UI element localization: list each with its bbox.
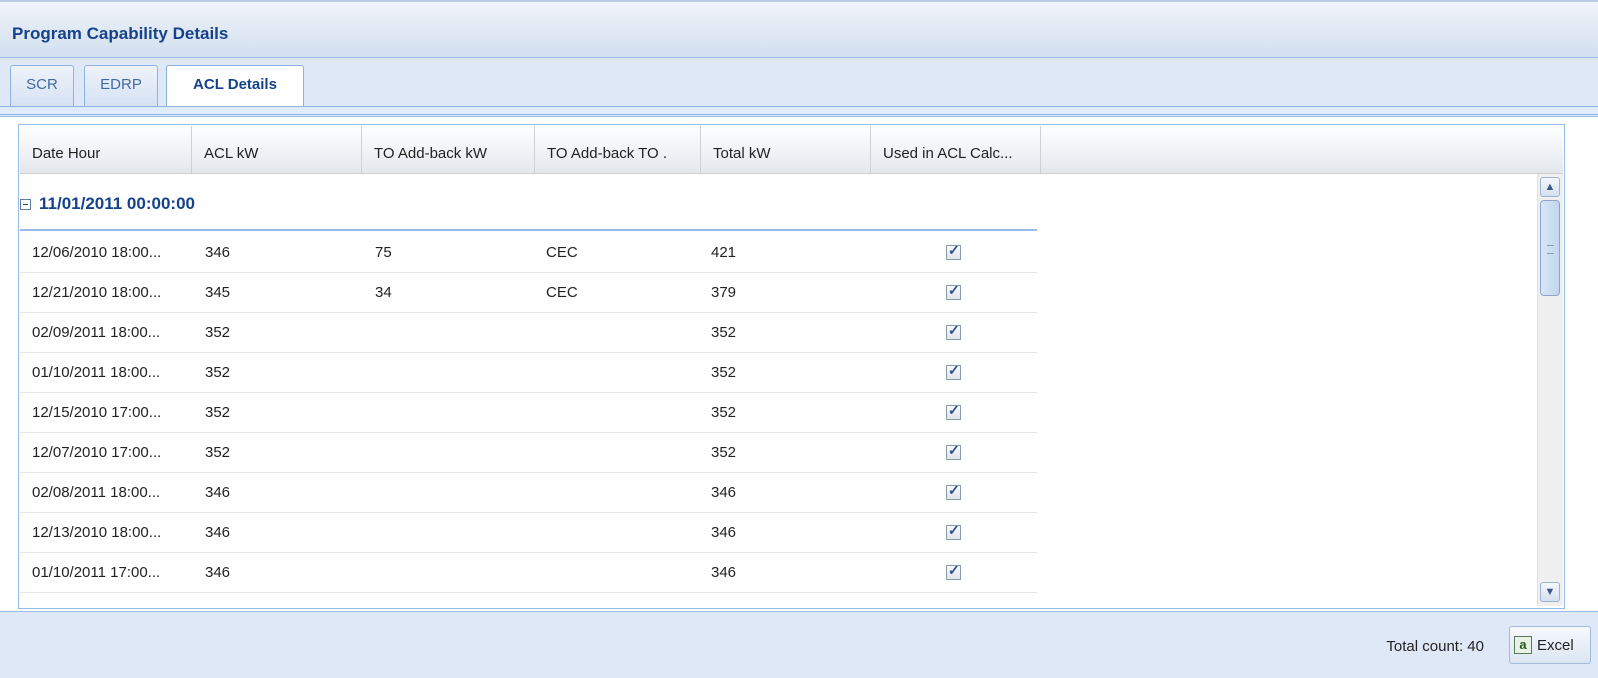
- column-header-date-hour[interactable]: Date Hour: [20, 126, 192, 173]
- cell-acl-kw: 352: [205, 364, 231, 381]
- used-in-acl-calc-checkbox[interactable]: [946, 442, 961, 460]
- cell-date-hour: 02/08/2011 18:00...: [32, 484, 161, 501]
- cell-acl-kw: 352: [205, 404, 231, 421]
- table-row[interactable]: 01/10/2011 18:00... 352 352: [20, 353, 1037, 393]
- cell-total-kw: 352: [711, 444, 737, 461]
- cell-total-kw: 421: [711, 244, 737, 261]
- cell-date-hour: 01/10/2011 17:00...: [32, 564, 161, 581]
- cell-acl-kw: 346: [205, 564, 231, 581]
- total-count: Total count: 40: [1386, 638, 1484, 655]
- column-header-to-addback-to[interactable]: TO Add-back TO .: [535, 126, 701, 173]
- group-row: 11/01/2011 00:00:00: [20, 174, 1037, 231]
- used-in-acl-calc-checkbox[interactable]: [946, 402, 961, 420]
- tab-edrp[interactable]: EDRP: [84, 65, 158, 106]
- used-in-acl-calc-checkbox[interactable]: [946, 522, 961, 540]
- cell-total-kw: 346: [711, 524, 737, 541]
- cell-date-hour: 02/09/2011 18:00...: [32, 324, 161, 341]
- excel-icon: a: [1514, 636, 1532, 654]
- scrollbar-thumb[interactable]: [1540, 200, 1560, 296]
- grid-footer: Total count: 40 a Excel: [0, 611, 1598, 678]
- column-header-acl-kw[interactable]: ACL kW: [192, 126, 362, 173]
- cell-total-kw: 352: [711, 404, 737, 421]
- cell-total-kw: 346: [711, 564, 737, 581]
- table-row[interactable]: 02/08/2011 18:00... 346 346: [20, 473, 1037, 513]
- table-row[interactable]: 12/06/2010 18:00... 346 75 CEC 421: [20, 233, 1037, 273]
- tab-strip-divider: [0, 106, 1598, 115]
- excel-button-label: Excel: [1537, 637, 1574, 654]
- used-in-acl-calc-checkbox[interactable]: [946, 362, 961, 380]
- table-row[interactable]: 12/21/2010 18:00... 345 34 CEC 379: [20, 273, 1037, 313]
- cell-acl-kw: 346: [205, 524, 231, 541]
- used-in-acl-calc-checkbox[interactable]: [946, 482, 961, 500]
- used-in-acl-calc-checkbox[interactable]: [946, 562, 961, 580]
- grid-header: Date Hour ACL kW TO Add-back kW TO Add-b…: [20, 126, 1563, 174]
- table-row[interactable]: 12/07/2010 17:00... 352 352: [20, 433, 1037, 473]
- scroll-down-icon[interactable]: ▼: [1540, 582, 1560, 602]
- tab-acl-details[interactable]: ACL Details: [166, 65, 304, 108]
- tab-scr[interactable]: SCR: [10, 65, 74, 106]
- cell-total-kw: 379: [711, 284, 737, 301]
- cell-to-addback-to: CEC: [546, 244, 578, 261]
- table-row[interactable]: 02/09/2011 18:00... 352 352: [20, 313, 1037, 353]
- used-in-acl-calc-checkbox[interactable]: [946, 282, 961, 300]
- cell-date-hour: 12/13/2010 18:00...: [32, 524, 162, 541]
- column-header-to-addback-kw[interactable]: TO Add-back kW: [362, 126, 535, 173]
- cell-total-kw: 352: [711, 324, 737, 341]
- cell-total-kw: 346: [711, 484, 737, 501]
- acl-details-grid: Date Hour ACL kW TO Add-back kW TO Add-b…: [18, 124, 1565, 609]
- cell-date-hour: 01/10/2011 18:00...: [32, 364, 161, 381]
- used-in-acl-calc-checkbox[interactable]: [946, 322, 961, 340]
- cell-to-addback-kw: 75: [375, 244, 392, 261]
- tab-strip: SCR EDRP ACL Details: [0, 58, 1598, 117]
- used-in-acl-calc-checkbox[interactable]: [946, 242, 961, 260]
- cell-acl-kw: 346: [205, 244, 231, 261]
- cell-acl-kw: 346: [205, 484, 231, 501]
- cell-to-addback-to: CEC: [546, 284, 578, 301]
- cell-date-hour: 12/21/2010 18:00...: [32, 284, 162, 301]
- cell-date-hour: 12/07/2010 17:00...: [32, 444, 162, 461]
- scroll-up-icon[interactable]: ▲: [1540, 177, 1560, 197]
- cell-to-addback-kw: 34: [375, 284, 392, 301]
- cell-total-kw: 352: [711, 364, 737, 381]
- excel-export-button[interactable]: a Excel: [1509, 626, 1591, 664]
- panel-title: Program Capability Details: [12, 24, 229, 43]
- column-header-total-kw[interactable]: Total kW: [701, 126, 871, 173]
- table-row[interactable]: 12/13/2010 18:00... 346 346: [20, 513, 1037, 553]
- cell-date-hour: 12/15/2010 17:00...: [32, 404, 162, 421]
- vertical-scrollbar[interactable]: ▲ ▼: [1537, 174, 1563, 606]
- cell-acl-kw: 345: [205, 284, 231, 301]
- collapse-group-icon[interactable]: [20, 199, 31, 210]
- table-row[interactable]: 12/15/2010 17:00... 352 352: [20, 393, 1037, 433]
- group-label: 11/01/2011 00:00:00: [39, 194, 195, 213]
- cell-acl-kw: 352: [205, 324, 231, 341]
- panel-header: Program Capability Details: [0, 0, 1598, 58]
- cell-date-hour: 12/06/2010 18:00...: [32, 244, 162, 261]
- table-row[interactable]: 01/10/2011 17:00... 346 346: [20, 553, 1037, 593]
- column-header-used-in-acl-calc[interactable]: Used in ACL Calc...: [871, 126, 1041, 173]
- cell-acl-kw: 352: [205, 444, 231, 461]
